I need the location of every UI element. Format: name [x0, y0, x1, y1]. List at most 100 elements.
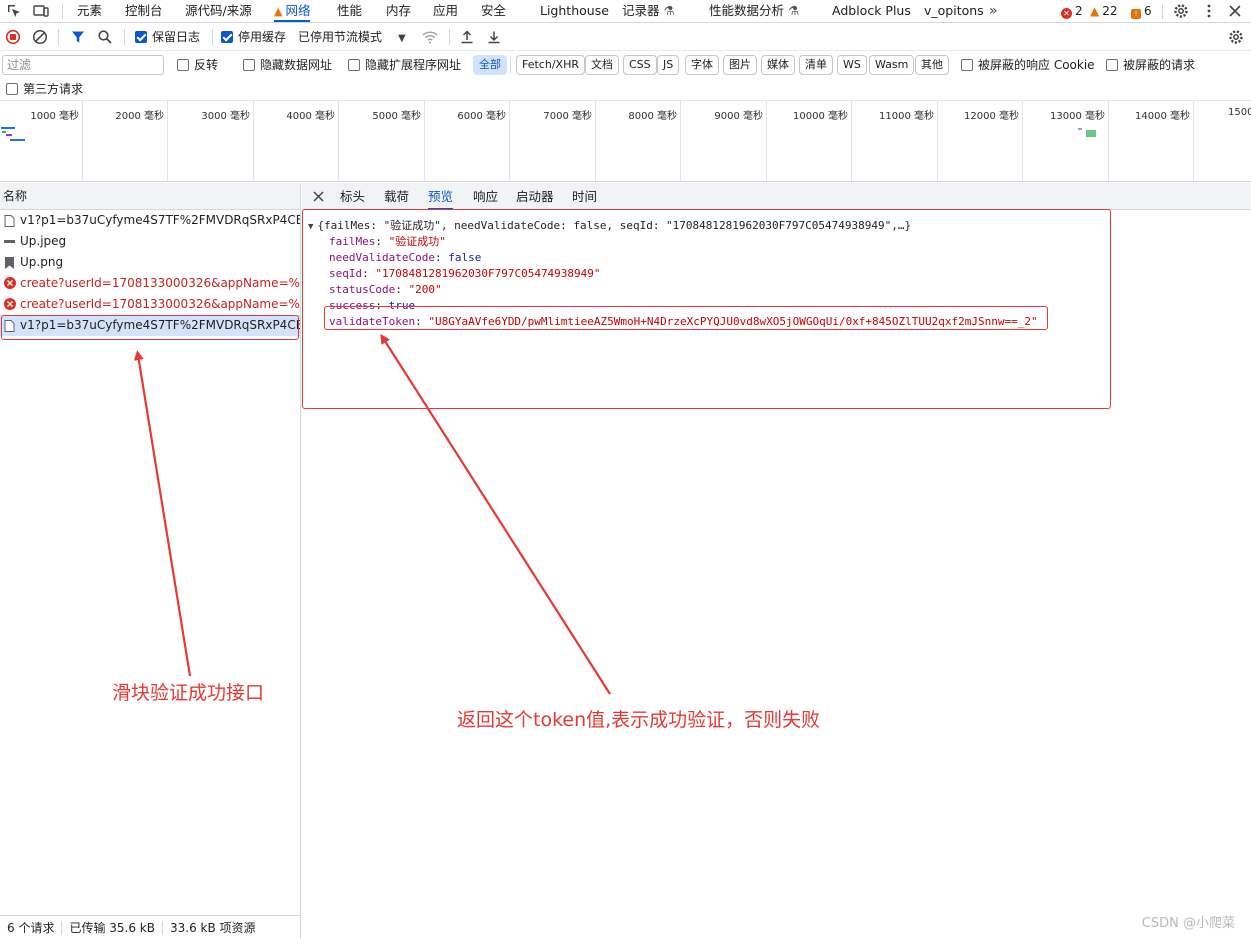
- request-name: v1?p1=b37uCyfyme4S7TF%2FMVDRqSRxP4CB2Bj.…: [20, 318, 300, 332]
- import-har-upload-icon[interactable]: [459, 29, 475, 45]
- search-icon[interactable]: [97, 29, 113, 45]
- tab-console[interactable]: 控制台: [125, 0, 163, 22]
- more-tabs-icon[interactable]: »: [989, 0, 998, 22]
- invert-checkbox[interactable]: 反转: [177, 56, 218, 74]
- invert-label: 反转: [194, 58, 219, 72]
- type-filter-css[interactable]: CSS: [623, 55, 657, 75]
- preserve-log-checkbox[interactable]: 保留日志: [135, 28, 200, 46]
- type-filter-manifest[interactable]: 清单: [799, 55, 833, 75]
- tab-elements[interactable]: 元素: [77, 0, 102, 22]
- toolbar-divider: [58, 29, 59, 45]
- device-toolbar-icon[interactable]: [32, 2, 50, 20]
- tab-adblock-plus[interactable]: Adblock Plus: [832, 0, 911, 22]
- checkbox-checked[interactable]: [135, 31, 147, 43]
- network-settings-gear-icon[interactable]: [1227, 28, 1245, 46]
- close-detail-icon[interactable]: [313, 191, 324, 202]
- third-party-requests-label: 第三方请求: [23, 82, 84, 96]
- annotation-slider-api-label: 滑块验证成功接口: [112, 682, 265, 704]
- tab-performance-insights[interactable]: 性能数据分析 ⚗: [709, 0, 799, 22]
- request-name: Up.png: [20, 255, 64, 269]
- type-filter-other[interactable]: 其他: [915, 55, 949, 75]
- type-filter-doc[interactable]: 文档: [585, 55, 619, 75]
- request-row[interactable]: create?userId=1708133000326&appName=%E5%…: [0, 273, 300, 294]
- type-filter-font[interactable]: 字体: [685, 55, 719, 75]
- checkbox-checked[interactable]: [221, 31, 233, 43]
- network-conditions-wifi-icon[interactable]: [421, 29, 439, 45]
- close-devtools-icon[interactable]: [1226, 2, 1244, 20]
- expand-triangle-icon[interactable]: ▼: [308, 222, 313, 232]
- third-party-requests-checkbox[interactable]: 第三方请求: [6, 80, 83, 98]
- checkbox-unchecked[interactable]: [1106, 59, 1118, 71]
- tab-timing[interactable]: 时间: [572, 183, 597, 210]
- tick-label: 10000 毫秒: [793, 111, 848, 122]
- tab-recorder[interactable]: 记录器 ⚗: [622, 0, 675, 22]
- filter-bar: 反转 隐藏数据网址 隐藏扩展程序网址 全部 Fetch/XHR 文档 CSS J…: [0, 52, 1251, 78]
- tab-application[interactable]: 应用: [433, 0, 458, 22]
- timeline-tick: 4000 毫秒: [254, 101, 339, 181]
- clear-icon[interactable]: [32, 29, 48, 45]
- checkbox-unchecked[interactable]: [177, 59, 189, 71]
- throttling-value: 已停用节流模式: [298, 30, 383, 44]
- tab-headers[interactable]: 标头: [340, 183, 365, 210]
- tab-sources[interactable]: 源代码/来源: [185, 0, 252, 22]
- request-row[interactable]: v1?p1=b37uCyfyme4S7TF%2FMVDRqSRxP4CB2Bj.…: [0, 210, 300, 231]
- checkbox-unchecked[interactable]: [243, 59, 255, 71]
- hide-extension-urls-checkbox[interactable]: 隐藏扩展程序网址: [348, 56, 461, 74]
- overview-request-bar: [1078, 128, 1082, 130]
- json-summary-line[interactable]: ▼ {failMes: "验证成功", needValidateCode: fal…: [308, 218, 1038, 234]
- export-har-download-icon[interactable]: [486, 29, 502, 45]
- checkbox-unchecked[interactable]: [6, 83, 18, 95]
- network-overview-timeline[interactable]: 1000 毫秒 2000 毫秒 3000 毫秒 4000 毫秒 5000 毫秒 …: [0, 100, 1251, 182]
- issues-count-badge[interactable]: ! 6: [1131, 0, 1152, 22]
- type-filter-fetch-xhr[interactable]: Fetch/XHR: [516, 55, 585, 75]
- json-summary: {failMes: "验证成功", needValidateCode: fals…: [317, 219, 912, 232]
- warning-count-badge[interactable]: ▲ 22: [1090, 0, 1118, 22]
- name-column-header[interactable]: 名称: [0, 183, 300, 210]
- json-key: statusCode: [329, 283, 396, 296]
- timeline-tick: 6000 毫秒: [425, 101, 510, 181]
- tab-divider: [1162, 4, 1163, 19]
- tab-divider: [62, 4, 63, 19]
- document-icon: [4, 320, 15, 332]
- type-filter-all[interactable]: 全部: [473, 55, 507, 75]
- type-filter-js[interactable]: JS: [657, 55, 680, 75]
- settings-gear-icon[interactable]: [1172, 2, 1190, 20]
- throttling-select[interactable]: 已停用节流模式 ▼: [298, 28, 406, 46]
- tab-preview[interactable]: 预览: [428, 183, 454, 210]
- tab-memory[interactable]: 内存: [386, 0, 411, 22]
- more-options-icon[interactable]: [1200, 2, 1218, 20]
- request-row[interactable]: create?userId=1708133000326&appName=%E5%…: [0, 294, 300, 315]
- request-row-selected[interactable]: v1?p1=b37uCyfyme4S7TF%2FMVDRqSRxP4CB2Bj.…: [0, 315, 300, 336]
- json-key: success: [329, 299, 376, 312]
- json-colon: :: [375, 235, 389, 248]
- tick-label: 3000 毫秒: [201, 111, 250, 122]
- checkbox-unchecked[interactable]: [348, 59, 360, 71]
- tab-performance[interactable]: 性能: [337, 0, 362, 22]
- tab-v-opitons[interactable]: v_opitons: [924, 0, 984, 22]
- json-value: "U8GYaAVfe6YDD/pwMlimtieeAZ5WmoH+N4DrzeX…: [428, 315, 1038, 328]
- tab-response[interactable]: 响应: [473, 183, 498, 210]
- disable-cache-checkbox[interactable]: 停用缓存: [221, 28, 286, 46]
- filter-funnel-icon[interactable]: [70, 29, 86, 45]
- blocked-response-cookies-checkbox[interactable]: 被屏蔽的响应 Cookie: [961, 56, 1095, 74]
- tab-initiator[interactable]: 启动器: [516, 183, 554, 210]
- request-row[interactable]: Up.png: [0, 252, 300, 273]
- request-row[interactable]: Up.jpeg: [0, 231, 300, 252]
- filter-input[interactable]: [2, 55, 164, 75]
- devtools-tab-bar: 元素 控制台 源代码/来源 ▲ 网络 性能 内存 应用 安全 Lighthouse…: [0, 0, 1251, 23]
- type-filter-ws[interactable]: WS: [837, 55, 867, 75]
- flask-icon: ⚗: [663, 3, 675, 18]
- tab-security[interactable]: 安全: [481, 0, 506, 22]
- error-count-badge[interactable]: ✕ 2: [1061, 0, 1083, 22]
- tab-network[interactable]: ▲ 网络: [274, 0, 311, 22]
- tab-lighthouse[interactable]: Lighthouse: [540, 0, 609, 22]
- hide-data-urls-checkbox[interactable]: 隐藏数据网址: [243, 56, 332, 74]
- checkbox-unchecked[interactable]: [961, 59, 973, 71]
- type-filter-media[interactable]: 媒体: [761, 55, 795, 75]
- record-stop-icon[interactable]: [5, 29, 21, 45]
- type-filter-wasm[interactable]: Wasm: [869, 55, 915, 75]
- type-filter-img[interactable]: 图片: [723, 55, 757, 75]
- blocked-requests-checkbox[interactable]: 被屏蔽的请求: [1106, 56, 1195, 74]
- inspect-element-icon[interactable]: [5, 2, 23, 20]
- tab-payload[interactable]: 载荷: [384, 183, 409, 210]
